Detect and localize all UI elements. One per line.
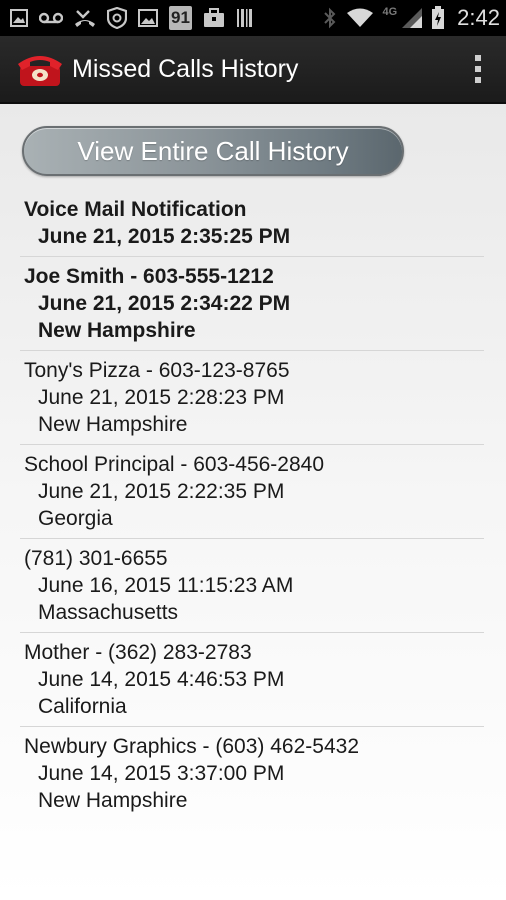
- call-location: New Hampshire: [38, 413, 188, 436]
- call-name-line: Joe Smith - 603-555-1212: [24, 265, 274, 288]
- call-item[interactable]: Voice Mail Notification June 21, 2015 2:…: [20, 190, 484, 257]
- system-icons: 4G 2:42: [322, 5, 500, 31]
- call-location: New Hampshire: [38, 789, 188, 812]
- call-time: June 14, 2015 4:46:53 PM: [38, 668, 285, 691]
- call-location: California: [38, 695, 127, 718]
- call-name-line: School Principal - 603-456-2840: [24, 453, 325, 476]
- notification-91-icon: 91: [169, 6, 192, 30]
- call-name-line: Newbury Graphics - (603) 462-5432: [24, 735, 359, 758]
- clock: 2:42: [457, 5, 500, 30]
- gallery-icon: [138, 9, 158, 27]
- overflow-menu-icon[interactable]: [466, 49, 490, 89]
- call-name-line: Voice Mail Notification: [24, 198, 247, 221]
- call-time: June 16, 2015 11:15:23 AM: [38, 574, 294, 597]
- call-item[interactable]: School Principal - 603-456-2840 June 21,…: [20, 445, 484, 539]
- bluetooth-icon: [322, 7, 338, 29]
- main-content: View Entire Call History Voice Mail Noti…: [0, 104, 506, 900]
- voicemail-icon: [39, 11, 63, 25]
- app-title: Missed Calls History: [72, 54, 299, 83]
- call-item[interactable]: Mother - (362) 283-2783 June 14, 2015 4:…: [20, 633, 484, 727]
- red-telephone-icon[interactable]: [16, 50, 64, 88]
- status-bar: 91 4G 2:42: [0, 0, 506, 36]
- signal-icon: [401, 7, 423, 29]
- call-time: June 21, 2015 2:34:22 PM: [38, 292, 291, 315]
- image-icon: [10, 9, 28, 27]
- barcode-icon: [236, 8, 254, 28]
- call-location: Massachusetts: [38, 601, 179, 624]
- missed-call-icon: [74, 8, 96, 28]
- shield-icon: [107, 7, 127, 29]
- briefcase-icon: [203, 8, 225, 28]
- call-item[interactable]: (781) 301-6655 June 16, 2015 11:15:23 AM…: [20, 539, 484, 633]
- view-entire-call-history-button[interactable]: View Entire Call History: [22, 126, 404, 176]
- call-name-line: (781) 301-6655: [24, 547, 168, 570]
- call-time: June 21, 2015 2:28:23 PM: [38, 386, 285, 409]
- call-name-line: Mother - (362) 283-2783: [24, 641, 252, 664]
- missed-calls-list: Voice Mail Notification June 21, 2015 2:…: [0, 190, 506, 820]
- call-time: June 14, 2015 3:37:00 PM: [38, 762, 285, 785]
- call-location: Georgia: [38, 507, 113, 530]
- call-time: June 21, 2015 2:22:35 PM: [38, 480, 285, 503]
- wifi-icon: [346, 8, 374, 28]
- call-time: June 21, 2015 2:35:25 PM: [38, 225, 291, 248]
- call-item[interactable]: Tony's Pizza - 603-123-8765 June 21, 201…: [20, 351, 484, 445]
- call-item[interactable]: Newbury Graphics - (603) 462-5432 June 1…: [20, 727, 484, 820]
- battery-icon: [431, 6, 445, 30]
- call-location: New Hampshire: [38, 319, 196, 342]
- call-name-line: Tony's Pizza - 603-123-8765: [24, 359, 290, 382]
- network-type-label: 4G: [382, 6, 398, 18]
- call-item[interactable]: Joe Smith - 603-555-1212 June 21, 2015 2…: [20, 257, 484, 351]
- action-bar: Missed Calls History: [0, 36, 506, 104]
- notification-icons: 91: [10, 6, 254, 30]
